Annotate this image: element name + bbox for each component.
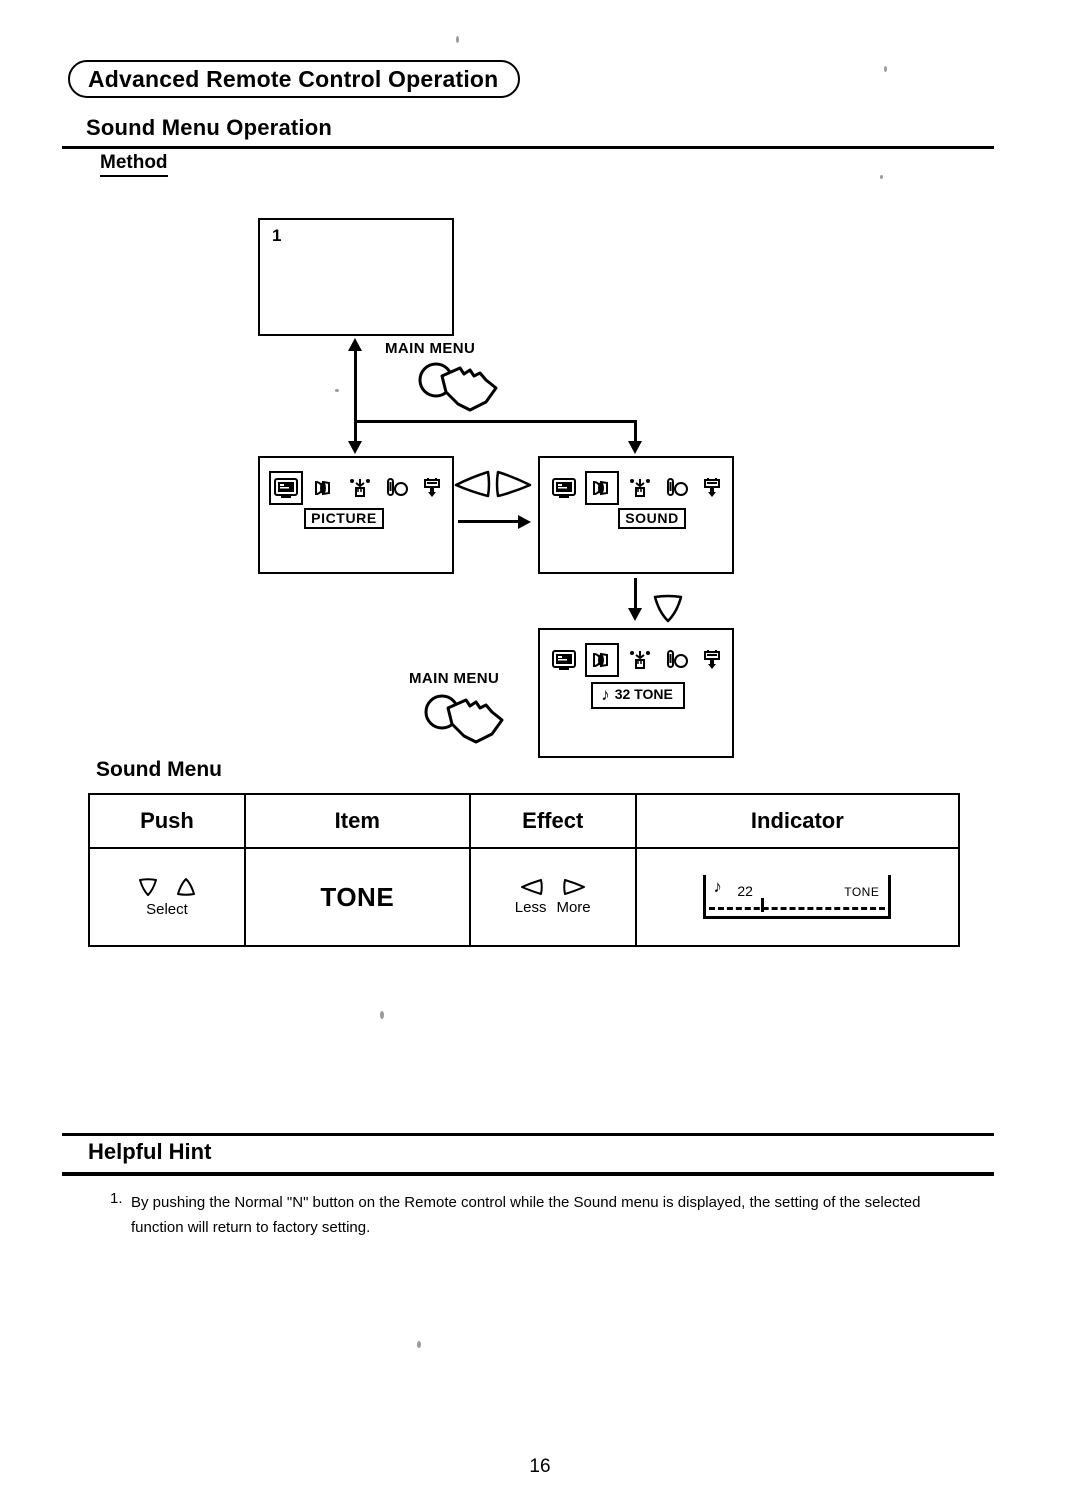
hand-press-icon-top xyxy=(412,358,508,419)
page-number: 16 xyxy=(529,1456,551,1477)
scan-speck xyxy=(417,1341,421,1348)
hand-setup-icon xyxy=(625,473,655,503)
osd-screen-sound: SOUND xyxy=(538,456,734,574)
sound-menu-title: Sound Menu xyxy=(96,758,222,781)
flow-arrow-down-picture xyxy=(348,441,362,454)
osd-icon-row-tone xyxy=(546,640,730,680)
hand-setup-icon xyxy=(625,645,655,675)
flow-line-horizontal xyxy=(354,420,637,423)
step-number: 1 xyxy=(272,226,282,245)
flow-arrow-up xyxy=(348,338,362,351)
music-note-icon: ♪ xyxy=(601,685,610,704)
effect-left-label: Less xyxy=(514,899,547,916)
osd-screen-picture: PICTURE xyxy=(258,456,454,574)
timer-clock-icon xyxy=(661,645,691,675)
chapter-title: Advanced Remote Control Operation xyxy=(88,66,499,92)
osd-screen-tone: ♪ 32 TONE xyxy=(538,628,734,758)
osd-label-sound-wrap: SOUND xyxy=(540,508,736,529)
osd-value-tone-wrap: ♪ 32 TONE xyxy=(540,682,736,709)
down-key-glyph xyxy=(138,878,157,896)
osd-label-picture: PICTURE xyxy=(304,508,384,529)
flow-line-vertical xyxy=(354,345,357,449)
timer-clock-icon xyxy=(661,473,691,503)
osd-label-sound: SOUND xyxy=(618,508,686,529)
hand-press-icon-bottom xyxy=(418,690,514,751)
section-divider xyxy=(62,146,994,149)
timer-clock-icon xyxy=(381,473,411,503)
hint-divider-top xyxy=(62,1133,994,1136)
column-header-push: Push xyxy=(88,793,246,849)
indicator-bracket-left xyxy=(703,875,707,919)
plug-input-icon xyxy=(697,645,727,675)
hint-item-text: By pushing the Normal "N" button on the … xyxy=(131,1194,921,1236)
flow-line-sound-to-tone xyxy=(634,578,637,614)
osd-icon-row-picture xyxy=(266,468,450,508)
flow-arrow-down-sound xyxy=(628,441,642,454)
right-key-glyph xyxy=(562,879,585,895)
helpful-hint-title: Helpful Hint xyxy=(88,1139,212,1164)
osd-icon-row-sound xyxy=(546,468,730,508)
cell-indicator: ♪ 22 TONE xyxy=(634,847,961,947)
osd-label-picture-wrap: PICTURE xyxy=(260,508,456,529)
column-header-indicator: Indicator xyxy=(634,793,961,849)
scan-speck xyxy=(335,389,339,392)
osd-value-tone-text: 32 TONE xyxy=(614,686,673,702)
flow-line-branch-down xyxy=(634,420,637,448)
item-name: TONE xyxy=(320,881,395,912)
flow-arrow-down-tone xyxy=(628,608,642,621)
scan-speck xyxy=(880,175,883,179)
left-right-key-glyphs xyxy=(452,468,534,505)
left-right-key-glyphs xyxy=(519,878,587,896)
effect-right-label: More xyxy=(556,899,591,916)
osd-value-tone: ♪ 32 TONE xyxy=(591,682,685,709)
sub-section-title: Method xyxy=(100,152,168,177)
up-key-glyph xyxy=(176,878,195,896)
music-note-icon: ♪ xyxy=(713,877,722,896)
hint-item-number: 1. xyxy=(110,1190,123,1207)
indicator-value: 22 xyxy=(737,883,753,899)
method-flow-diagram: 1 MAIN MENU PICTURE SOUND ♪ 32 TONE MAIN… xyxy=(0,0,1080,1507)
scan-speck xyxy=(884,66,887,72)
indicator-scale-dashes xyxy=(709,907,886,910)
sound-menu-table: Push Item Effect Indicator Select TONE L… xyxy=(88,793,961,947)
indicator-base-line xyxy=(703,916,892,919)
hand-setup-icon xyxy=(345,473,375,503)
plug-input-icon xyxy=(697,473,727,503)
scan-speck xyxy=(380,1011,384,1019)
tv-picture-icon xyxy=(549,473,579,503)
flow-arrow-right xyxy=(518,515,531,529)
table-row: Select TONE Less More ♪ 22 TONE xyxy=(88,847,961,947)
plug-input-icon xyxy=(417,473,447,503)
speaker-sound-icon xyxy=(585,471,619,505)
speaker-sound-icon xyxy=(585,643,619,677)
up-down-key-glyphs xyxy=(137,876,197,898)
indicator-name: TONE xyxy=(844,885,880,899)
cell-item: TONE xyxy=(243,847,471,947)
table-header-row: Push Item Effect Indicator xyxy=(88,793,961,849)
section-title: Sound Menu Operation xyxy=(86,115,332,140)
main-menu-label-top: MAIN MENU xyxy=(385,340,476,357)
left-key-glyph xyxy=(520,879,543,895)
down-key-glyph xyxy=(650,592,686,629)
push-sub-label: Select xyxy=(146,901,188,918)
tone-indicator-graphic: ♪ 22 TONE xyxy=(699,871,895,923)
speaker-sound-icon xyxy=(309,473,339,503)
indicator-scale-tick xyxy=(761,898,765,912)
tv-picture-icon xyxy=(269,471,303,505)
cell-effect: Less More xyxy=(468,847,637,947)
manual-page: Advanced Remote Control Operation Sound … xyxy=(0,0,1080,1507)
indicator-bracket-right xyxy=(888,875,892,919)
scan-speck xyxy=(456,36,459,43)
column-header-effect: Effect xyxy=(468,793,637,849)
hint-divider-bottom xyxy=(62,1172,994,1176)
osd-screen-step1: 1 xyxy=(258,218,454,336)
cell-push: Select xyxy=(88,847,246,947)
main-menu-label-bottom: MAIN MENU xyxy=(409,670,500,687)
tv-picture-icon xyxy=(549,645,579,675)
flow-line-picture-to-sound xyxy=(458,520,520,523)
column-header-item: Item xyxy=(243,793,471,849)
